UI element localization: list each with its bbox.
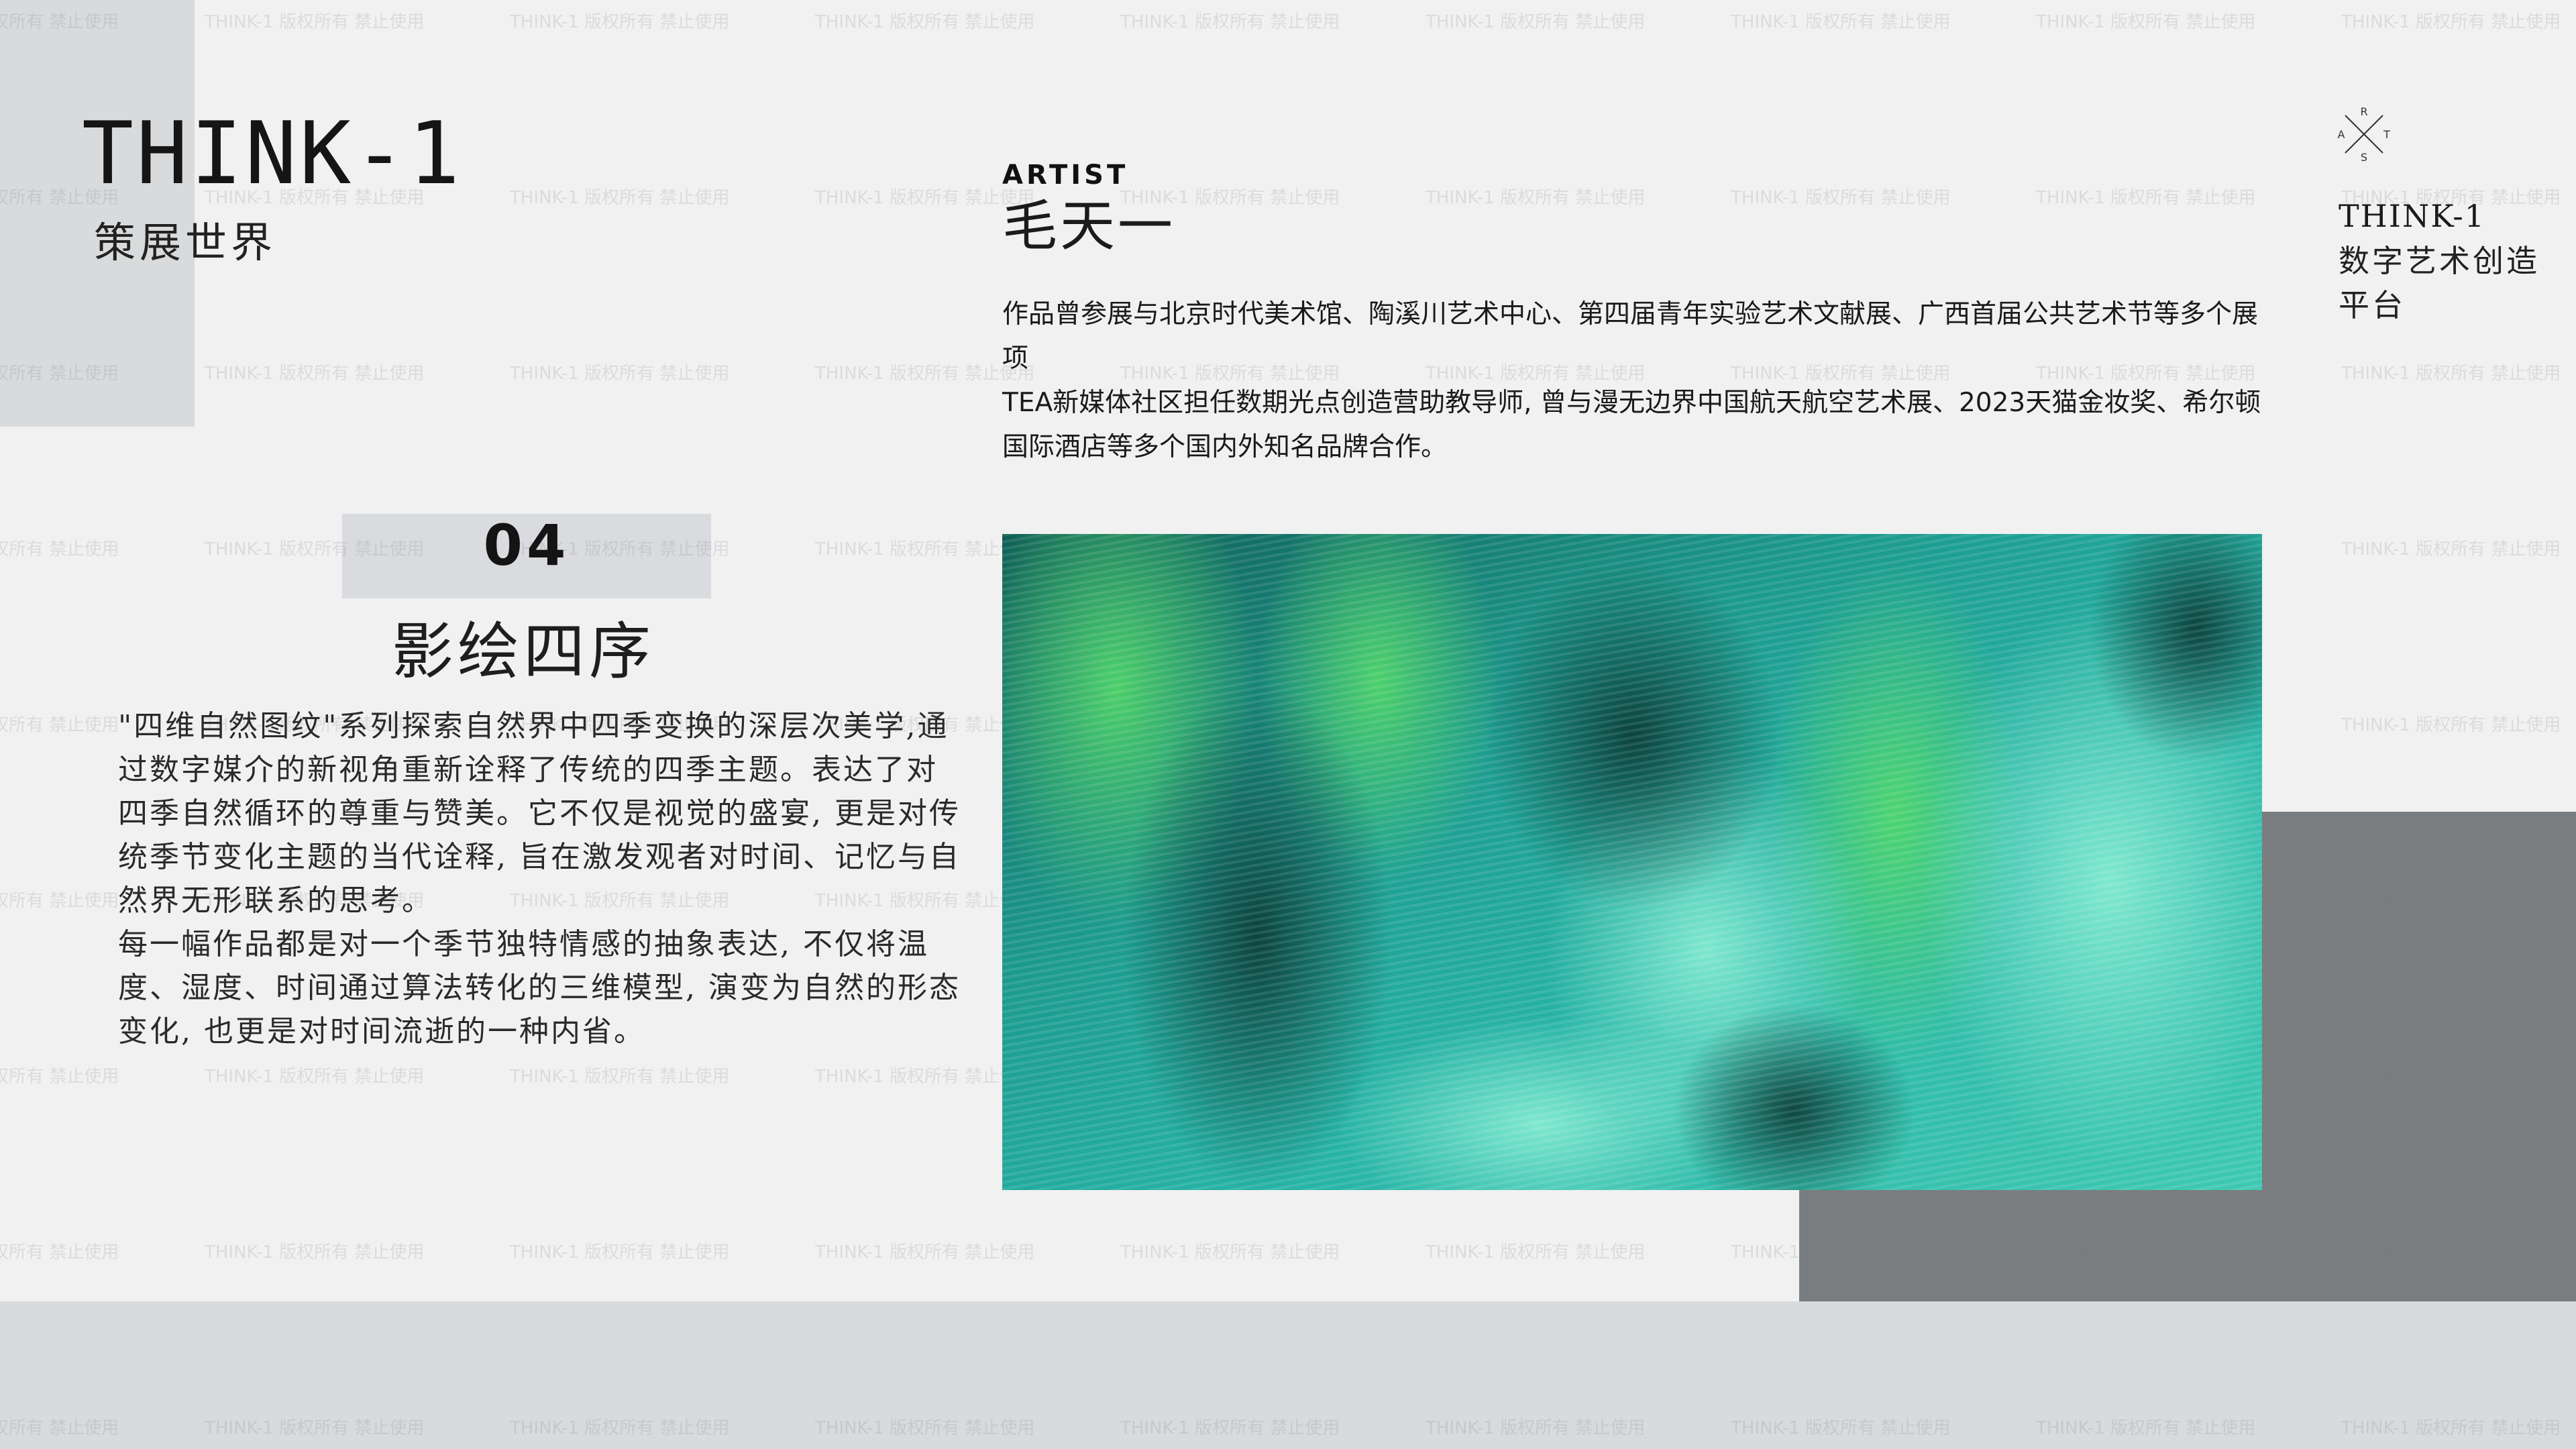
watermark-text: THINK-1 版权所有 禁止使用 bbox=[0, 1242, 119, 1263]
watermark-text: THINK-1 版权所有 禁止使用 bbox=[1120, 1242, 1340, 1263]
artist-name: 毛天一 bbox=[1002, 195, 1176, 258]
work-title: 影绘四序 bbox=[391, 616, 655, 688]
watermark-text: THINK-1 版权所有 禁止使用 bbox=[2036, 188, 2256, 208]
logo-letter-bottom: S bbox=[2361, 151, 2367, 161]
art-logo-icon: R A T S bbox=[2338, 107, 2391, 161]
watermark-text: THINK-1 版权所有 禁止使用 bbox=[1426, 188, 1646, 208]
logo-letter-top: R bbox=[2360, 107, 2367, 118]
watermark-text: THINK-1 版权所有 禁止使用 bbox=[0, 1067, 119, 1087]
brand-subtitle: 策展世界 bbox=[94, 218, 277, 267]
watermark-text: THINK-1 版权所有 禁止使用 bbox=[510, 188, 730, 208]
artist-label: ARTIST bbox=[1002, 160, 1129, 191]
watermark-text: THINK-1 版权所有 禁止使用 bbox=[510, 1242, 730, 1263]
watermark-text: THINK-1 版权所有 禁止使用 bbox=[510, 1067, 730, 1087]
watermark-text: THINK-1 版权所有 禁止使用 bbox=[2341, 539, 2561, 559]
watermark-text: THINK-1 版权所有 禁止使用 bbox=[510, 12, 730, 32]
brand-title: THINK-1 bbox=[82, 104, 463, 204]
watermark-text: THINK-1 版权所有 禁止使用 bbox=[815, 1242, 1035, 1263]
watermark-text: THINK-1 版权所有 禁止使用 bbox=[205, 364, 425, 384]
logo-letter-right: T bbox=[2383, 128, 2390, 141]
artist-bio-paragraph: 作品曾参展与北京时代美术馆、陶溪川艺术中心、第四届青年实验艺术文献展、广西首届公… bbox=[1002, 299, 2259, 374]
platform-name: THINK-1 bbox=[2339, 198, 2486, 234]
bottom-gray-band bbox=[0, 1301, 2576, 1449]
watermark-text: THINK-1 版权所有 禁止使用 bbox=[2341, 715, 2561, 735]
watermark-text: THINK-1 版权所有 禁止使用 bbox=[205, 12, 425, 32]
watermark-text: THINK-1 版权所有 禁止使用 bbox=[510, 364, 730, 384]
artist-bio: 作品曾参展与北京时代美术馆、陶溪川艺术中心、第四届青年实验艺术文献展、广西首届公… bbox=[1002, 292, 2277, 470]
watermark-text: THINK-1 版权所有 禁止使用 bbox=[1426, 1242, 1646, 1263]
platform-description: 数字艺术创造平台 bbox=[2339, 243, 2540, 323]
watermark-text: THINK-1 版权所有 禁止使用 bbox=[2341, 12, 2561, 32]
artwork-image bbox=[1002, 534, 2262, 1190]
work-description: "四维自然图纹"系列探索自然界中四季变换的深层次美学,通过数字媒介的新视角重新诠… bbox=[118, 704, 963, 1053]
artist-bio-paragraph: TEA新媒体社区担任数期光点创造营助教导师, 曾与漫无边界中国航天航空艺术展、2… bbox=[1002, 388, 2261, 462]
watermark-text: THINK-1 版权所有 禁止使用 bbox=[2036, 12, 2256, 32]
watermark-text: THINK-1 版权所有 禁止使用 bbox=[0, 539, 119, 559]
watermark-text: THINK-1 版权所有 禁止使用 bbox=[1731, 12, 1951, 32]
watermark-text: THINK-1 版权所有 禁止使用 bbox=[205, 1067, 425, 1087]
watermark-text: THINK-1 版权所有 禁止使用 bbox=[2341, 364, 2561, 384]
work-number: 04 bbox=[483, 513, 570, 578]
watermark-text: THINK-1 版权所有 禁止使用 bbox=[1731, 188, 1951, 208]
watermark-text: THINK-1 版权所有 禁止使用 bbox=[0, 715, 119, 735]
watermark-text: THINK-1 版权所有 禁止使用 bbox=[205, 1242, 425, 1263]
top-left-gray-block bbox=[0, 0, 195, 427]
work-description-paragraph: 每一幅作品都是对一个季节独特情感的抽象表达, 不仅将温度、湿度、时间通过算法转化… bbox=[118, 927, 961, 1049]
logo-letter-left: A bbox=[2338, 128, 2345, 141]
watermark-text: THINK-1 版权所有 禁止使用 bbox=[0, 891, 119, 911]
watermark-text: THINK-1 版权所有 禁止使用 bbox=[815, 12, 1035, 32]
watermark-text: THINK-1 版权所有 禁止使用 bbox=[1120, 12, 1340, 32]
work-description-paragraph: "四维自然图纹"系列探索自然界中四季变换的深层次美学,通过数字媒介的新视角重新诠… bbox=[118, 709, 961, 918]
watermark-text: THINK-1 版权所有 禁止使用 bbox=[1426, 12, 1646, 32]
